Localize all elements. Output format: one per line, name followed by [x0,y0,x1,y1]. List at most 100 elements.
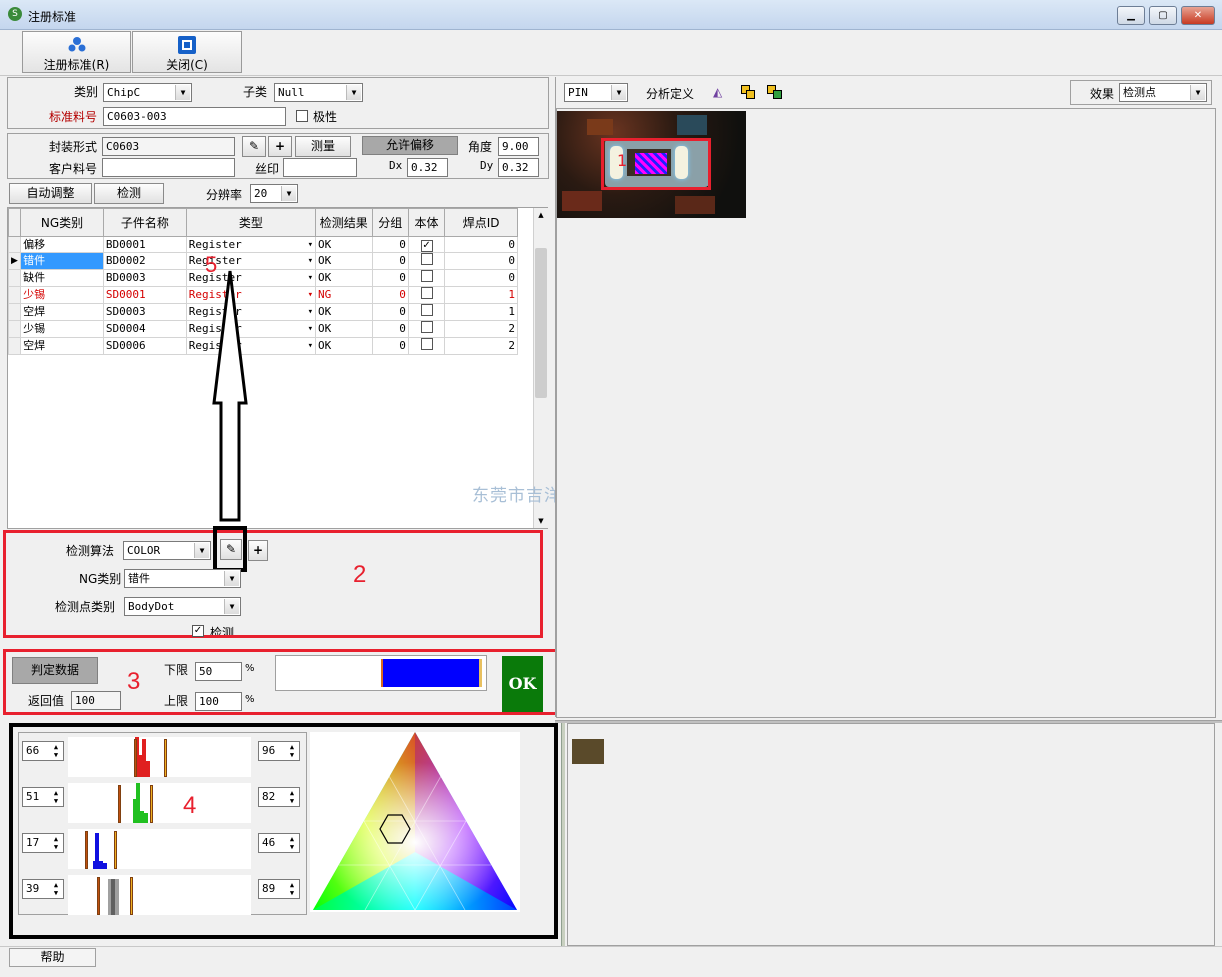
chevron-down-icon[interactable]: ▾ [308,305,313,319]
minimize-button[interactable]: ▁ [1117,6,1145,25]
type-cell[interactable]: Register ▾ [185,236,317,253]
chevron-down-icon[interactable]: ▾ [308,288,313,302]
histo-low-spinner[interactable]: 51 ▲ ▼ [22,787,64,807]
customer-input[interactable] [102,158,235,177]
result-cell[interactable]: OK [315,252,373,270]
copy-icon[interactable] [741,85,756,100]
row-indicator[interactable] [7,286,22,304]
auto-adjust-button[interactable]: 自动调整 [9,183,92,204]
histo-low-spinner[interactable]: 39 ▲ ▼ [22,879,64,899]
histogram-high-marker[interactable] [150,785,153,823]
help-button[interactable]: 帮助 [9,948,96,967]
maximize-button[interactable]: ▢ [1149,6,1177,25]
grid-header-6[interactable]: 焊点ID [444,208,518,237]
histogram-plot[interactable] [68,783,251,823]
table-row[interactable]: 缺件 BD0003 Register ▾ OK 0 0 [7,269,518,287]
body-cell[interactable] [407,286,446,304]
row-indicator[interactable] [7,337,22,355]
ng-category-cell[interactable]: 空焊 [20,303,104,321]
row-indicator[interactable] [7,320,22,338]
ng-category-cell[interactable]: 错件 [20,252,104,270]
result-cell[interactable]: OK [315,236,373,253]
resolution-select[interactable]: 20 ▼ [250,184,298,203]
category-select[interactable]: ChipC ▼ [103,83,192,102]
ng-category-cell[interactable]: 偏移 [20,236,104,253]
group-cell[interactable]: 0 [371,286,409,304]
group-cell[interactable]: 0 [371,252,409,270]
body-checkbox[interactable] [420,270,433,282]
grid-header-4[interactable]: 分组 [371,208,409,237]
add-button[interactable]: + [268,136,292,157]
result-cell[interactable]: OK [315,269,373,287]
upper-limit-input[interactable]: 100 [195,692,242,711]
spinner-arrows-icon[interactable]: ▲ ▼ [286,743,298,759]
pad-id-cell[interactable]: 1 [444,286,518,304]
grid-header-2[interactable]: 类型 [185,208,317,237]
body-cell[interactable] [407,320,446,338]
histo-high-spinner[interactable]: 46 ▲ ▼ [258,833,300,853]
body-checkbox[interactable] [420,253,433,265]
ng-category-cell[interactable]: 空焊 [20,337,104,355]
polarity-checkbox[interactable] [296,110,308,122]
histogram-high-marker[interactable] [130,877,133,915]
ng-category-select[interactable]: 错件 ▼ [124,569,241,588]
component-name-cell[interactable]: SD0003 [102,303,187,321]
chevron-down-icon[interactable]: ▾ [308,322,313,336]
close-window-button[interactable]: ✕ [1181,6,1215,25]
algo-add-button[interactable]: + [248,540,268,561]
pad-id-cell[interactable]: 1 [444,303,518,321]
ng-category-cell[interactable]: 少锡 [20,286,104,304]
effect-select[interactable]: 检测点 ▼ [1119,83,1207,102]
paste-icon[interactable] [767,85,783,100]
body-checkbox[interactable]: ✓ [420,239,433,252]
row-indicator[interactable] [7,269,22,287]
scroll-up-icon[interactable]: ▲ [534,208,548,222]
color-triangle[interactable] [310,732,520,912]
dy-input[interactable]: 0.32 [498,158,539,177]
body-cell[interactable] [407,303,446,321]
body-cell[interactable] [407,269,446,287]
pad-id-cell[interactable]: 0 [444,236,518,253]
row-indicator[interactable] [7,303,22,321]
table-row[interactable]: 少锡 SD0001 Register ▾ NG 0 1 [7,286,518,304]
spinner-arrows-icon[interactable]: ▲ ▼ [50,743,62,759]
detect-checkbox[interactable]: ✓ [192,625,204,637]
histogram-plot[interactable] [68,829,251,869]
result-cell[interactable]: OK [315,303,373,321]
histogram-high-marker[interactable] [164,739,167,777]
component-name-cell[interactable]: BD0001 [102,236,187,253]
pad-id-cell[interactable]: 2 [444,320,518,338]
table-row[interactable]: 空焊 SD0006 Register ▾ OK 0 2 [7,337,518,355]
pad-id-cell[interactable]: 2 [444,337,518,355]
ng-category-cell[interactable]: 缺件 [20,269,104,287]
histogram-low-marker[interactable] [97,877,100,915]
body-checkbox[interactable] [420,287,433,299]
result-cell[interactable]: OK [315,320,373,338]
group-cell[interactable]: 0 [371,303,409,321]
spinner-arrows-icon[interactable]: ▲ ▼ [286,835,298,851]
type-cell[interactable]: Register ▾ [185,337,317,355]
chevron-down-icon[interactable]: ▾ [308,271,313,285]
chevron-down-icon[interactable]: ▾ [308,339,313,353]
angle-tool-icon[interactable]: ◭ [713,85,729,99]
spinner-arrows-icon[interactable]: ▲ ▼ [286,881,298,897]
body-checkbox[interactable] [420,321,433,333]
histo-low-spinner[interactable]: 17 ▲ ▼ [22,833,64,853]
dx-input[interactable]: 0.32 [407,158,448,177]
spinner-arrows-icon[interactable]: ▲ ▼ [50,835,62,851]
group-cell[interactable]: 0 [371,269,409,287]
subcategory-select[interactable]: Null ▼ [274,83,363,102]
grid-header-1[interactable]: 子件名称 [102,208,187,237]
histo-high-spinner[interactable]: 82 ▲ ▼ [258,787,300,807]
type-cell[interactable]: Register ▾ [185,286,317,304]
component-name-cell[interactable]: SD0004 [102,320,187,338]
silk-input[interactable] [283,158,357,177]
grid-header-0[interactable]: NG类别 [20,208,104,237]
splitter-v2[interactable] [561,723,565,946]
package-input[interactable]: C0603 [102,137,235,156]
group-cell[interactable]: 0 [371,320,409,338]
spinner-arrows-icon[interactable]: ▲ ▼ [286,789,298,805]
thumbnail-image[interactable] [572,739,604,764]
algo-select[interactable]: COLOR ▼ [123,541,211,560]
detect-button[interactable]: 检测 [94,183,164,204]
